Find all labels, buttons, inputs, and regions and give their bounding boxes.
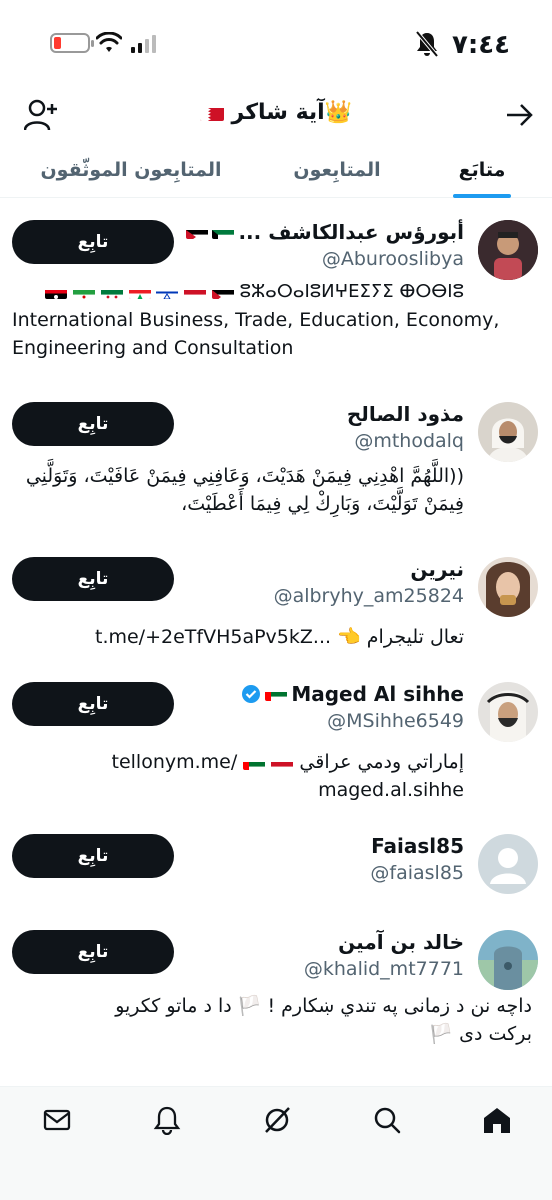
- messages-icon[interactable]: [42, 1105, 72, 1135]
- tab-followers[interactable]: المتابِعون: [262, 142, 412, 198]
- follow-button[interactable]: تابِع: [12, 930, 174, 974]
- cellular-icon: [131, 35, 156, 53]
- crown-emoji-icon: 👑: [324, 100, 353, 125]
- follow-button[interactable]: تابِع: [12, 834, 174, 878]
- user-name: خالد بن آمين: [338, 930, 464, 954]
- avatar[interactable]: [478, 557, 538, 617]
- list-item[interactable]: أبورؤس عبدالكاشف ... @Aburooslibya تابِع…: [0, 200, 552, 382]
- avatar[interactable]: [478, 682, 538, 742]
- profile-header: 👑آية شاكر: [0, 92, 552, 142]
- bio-link[interactable]: t.me/+2eTfVH5aPv5kZ...: [95, 626, 331, 648]
- user-handle: @albryhy_am25824: [273, 585, 464, 607]
- uae-flag-icon: [265, 687, 288, 701]
- follow-tabs: متابَع المتابِعون المتابِعون الموثّقون: [0, 142, 552, 198]
- user-handle: @khalid_mt7771: [303, 958, 464, 980]
- user-name: Faiasl85: [371, 834, 464, 858]
- avatar[interactable]: [478, 220, 538, 280]
- avatar[interactable]: [478, 402, 538, 462]
- search-icon[interactable]: [372, 1105, 402, 1135]
- list-item[interactable]: خالد بن آمين @khalid_mt7771 تابِع داچه ن…: [0, 910, 552, 1070]
- bio-link-continued[interactable]: maged.al.sihhe: [12, 776, 464, 804]
- status-bar: ٧:٤٤: [0, 0, 552, 90]
- avatar[interactable]: [478, 930, 538, 990]
- iran-flag-icon: [73, 285, 96, 299]
- user-bio: إماراتي ودمي عراقي tellonym.me/: [12, 748, 464, 776]
- user-name: نيرين: [410, 557, 464, 581]
- iraq-flag-icon: [271, 756, 294, 770]
- list-item[interactable]: Maged Al sihhe @MSihhe6549 تابِع إماراتي…: [0, 662, 552, 814]
- active-tab-indicator: [453, 194, 511, 198]
- user-handle: @faiasl85: [370, 862, 464, 884]
- user-handle: @mthodalq: [354, 430, 464, 452]
- user-handle: @MSihhe6549: [327, 710, 464, 732]
- list-item[interactable]: مذود الصالح @mthodalq تابِع ((اللَّهُمَّ…: [0, 382, 552, 537]
- iraq-flag-icon: [184, 285, 207, 299]
- user-handle: @Aburooslibya: [321, 248, 464, 270]
- user-bio: داچه نن د زمانی په تندي ښکارم ! 🏳️ دا د …: [115, 995, 532, 1045]
- bahrain-flag-icon: [199, 105, 224, 121]
- list-item[interactable]: نيرين @albryhy_am25824 تابِع تعال تليجرا…: [0, 537, 552, 662]
- status-time: ٧:٤٤: [451, 30, 510, 60]
- tab-following[interactable]: متابَع: [412, 142, 552, 198]
- follow-button[interactable]: تابِع: [12, 682, 174, 726]
- following-list: أبورؤس عبدالكاشف ... @Aburooslibya تابِع…: [0, 200, 552, 1070]
- user-bio: ((اللَّهُمَّ اهْدِنِي فِيمَنْ هَدَيْتَ، …: [25, 465, 464, 515]
- kuwait-flag-icon: [212, 225, 235, 239]
- follow-button[interactable]: تابِع: [12, 402, 174, 446]
- battery-icon: [50, 33, 94, 53]
- uae-flag-icon: [243, 756, 266, 770]
- wifi-icon: [96, 32, 122, 52]
- user-name: Maged Al sihhe: [241, 682, 464, 706]
- palestine-flag-icon: [211, 285, 234, 299]
- pointing-hand-icon: 👈: [337, 626, 361, 648]
- israel-flag-icon: [156, 285, 179, 299]
- syria-flag-icon: [100, 285, 123, 299]
- user-name: أبورؤس عبدالكاشف ...: [186, 220, 464, 244]
- follow-button[interactable]: تابِع: [12, 557, 174, 601]
- page-title: 👑آية شاكر: [0, 100, 552, 125]
- lebanon-flag-icon: [128, 285, 151, 299]
- bottom-navigation: [0, 1086, 552, 1200]
- flags-row: [45, 281, 234, 302]
- white-flag-icon: 🏳️: [237, 995, 262, 1017]
- home-icon[interactable]: [482, 1105, 512, 1135]
- jordan-flag-icon: [186, 225, 209, 239]
- user-bio: تعال تليجرام 👈 t.me/+2eTfVH5aPv5kZ...: [95, 626, 464, 648]
- notifications-icon[interactable]: [152, 1105, 182, 1135]
- bio-link[interactable]: tellonym.me/: [112, 751, 238, 773]
- white-flag-icon: 🏳️: [429, 1023, 454, 1045]
- bell-muted-icon: [415, 30, 439, 58]
- grok-icon[interactable]: [262, 1105, 292, 1135]
- tab-verified-followers[interactable]: المتابِعون الموثّقون: [0, 142, 262, 198]
- user-name: مذود الصالح: [346, 402, 464, 426]
- user-bio-english: International Business, Trade, Education…: [12, 309, 500, 359]
- verified-badge-icon: [242, 685, 261, 703]
- follow-button[interactable]: تابِع: [12, 220, 174, 264]
- avatar[interactable]: [478, 834, 538, 894]
- list-item[interactable]: Faiasl85 @faiasl85 تابِع: [0, 814, 552, 910]
- user-bio: ⵓⵣⴰⵔⴰⵏⵓⵍⵖⴹⵉⵢⵉ ⴲⵔⴱⵏⵓ: [12, 278, 464, 306]
- libya-flag-icon: [45, 285, 68, 299]
- back-arrow-icon[interactable]: [504, 100, 534, 130]
